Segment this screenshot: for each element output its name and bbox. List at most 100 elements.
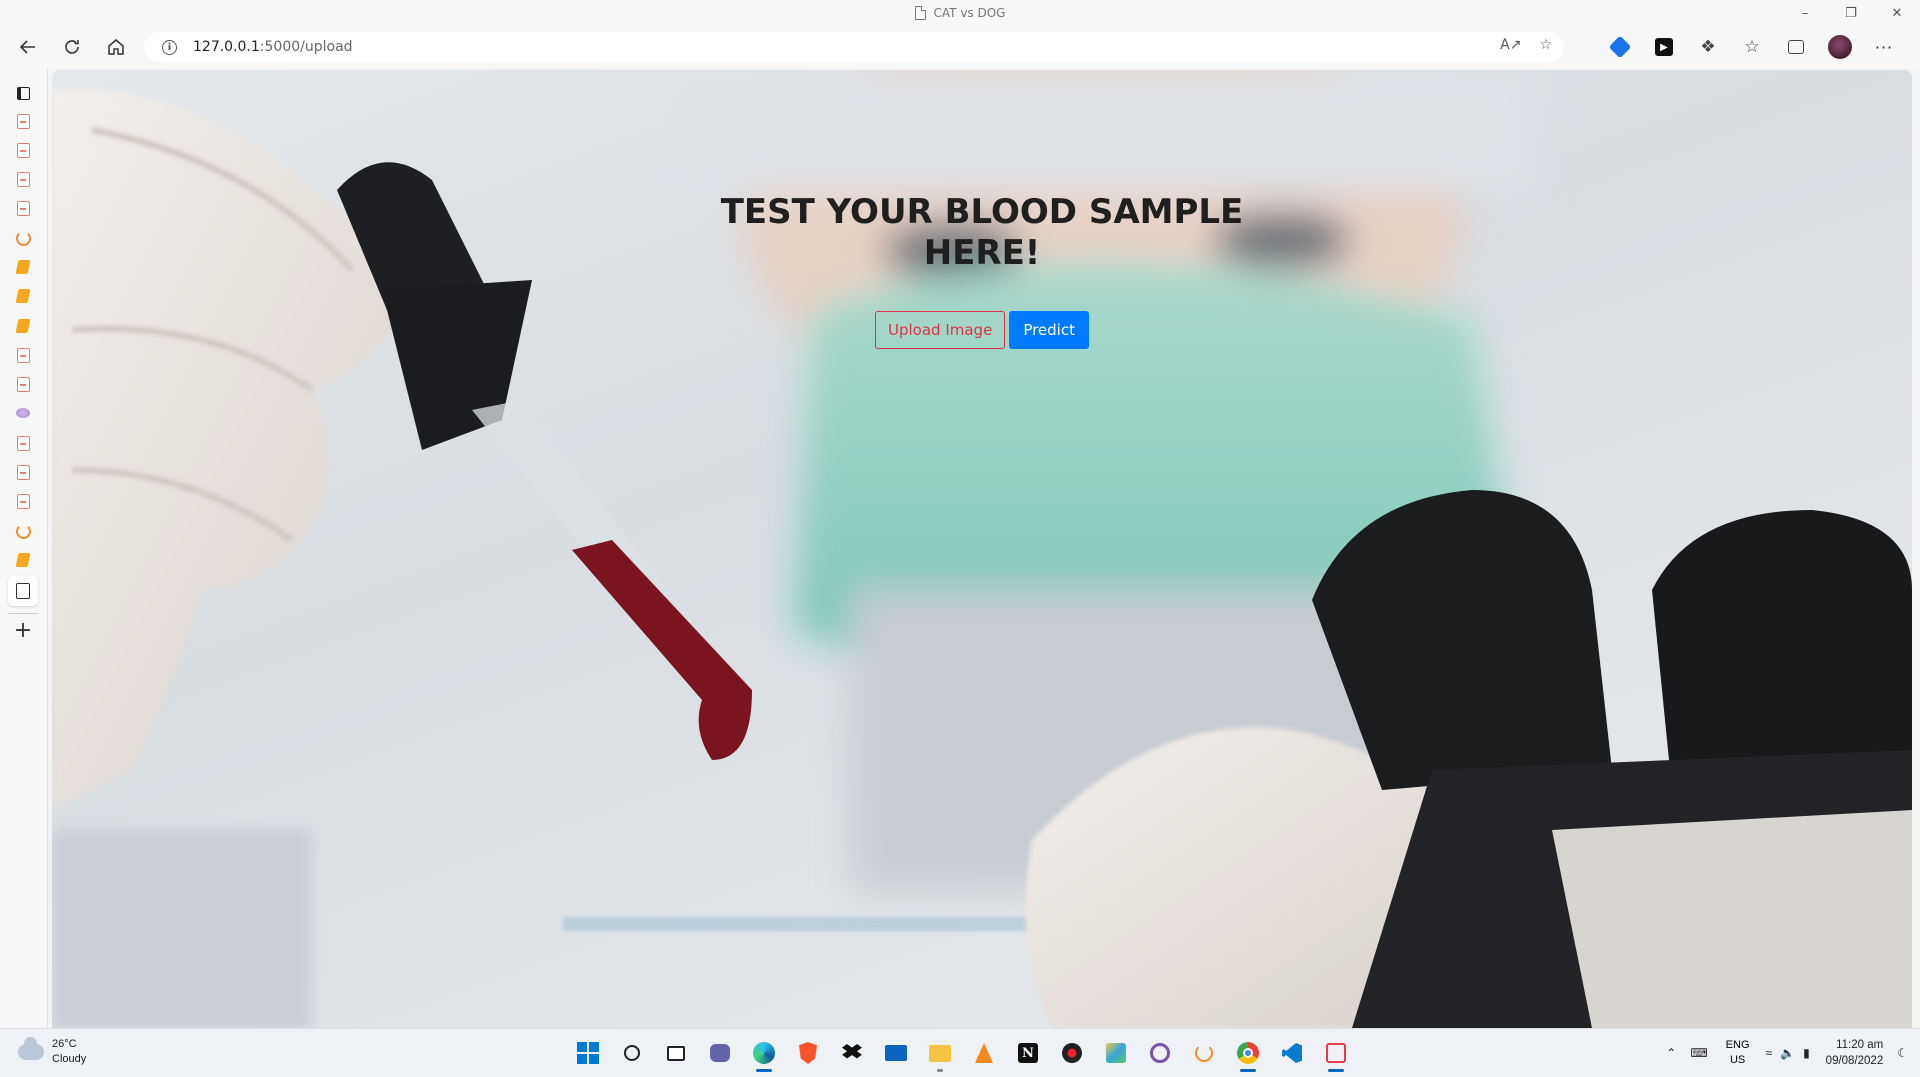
chrome-taskbar-button[interactable] — [1230, 1035, 1266, 1072]
site-info-icon[interactable]: i — [162, 39, 177, 55]
keyboard-icon[interactable]: ⌨ — [1690, 1046, 1707, 1060]
notifications-moon-icon[interactable]: ☾ — [1897, 1046, 1908, 1060]
predict-button[interactable]: Predict — [1009, 311, 1089, 349]
read-aloud-icon[interactable]: A↗ — [1500, 37, 1521, 53]
clock-date: 09/08/2022 — [1825, 1055, 1884, 1067]
windows-logo-icon — [577, 1042, 599, 1064]
language-indicator[interactable]: ENG US — [1726, 1038, 1750, 1068]
vlc-cone-icon — [975, 1043, 993, 1063]
back-arrow-icon — [19, 40, 35, 54]
dropbox-taskbar-button[interactable] — [834, 1035, 870, 1071]
weather-description: Cloudy — [52, 1053, 87, 1065]
tor-icon — [1150, 1043, 1170, 1063]
new-tab-button[interactable]: + — [12, 620, 34, 642]
collections-icon[interactable] — [1774, 30, 1818, 64]
battery-icon[interactable]: ▮ — [1803, 1046, 1810, 1060]
tab-blob-icon[interactable] — [12, 402, 34, 424]
address-bar[interactable]: i 127.0.0.1:5000/upload A↗ ☆ — [144, 32, 1564, 62]
search-button[interactable] — [614, 1035, 650, 1071]
jupyter-taskbar-button[interactable] — [1186, 1035, 1222, 1071]
language-code: ENG — [1725, 1039, 1750, 1051]
extensions-puzzle-icon[interactable]: ❖ — [1686, 30, 1730, 64]
task-view-button[interactable] — [658, 1035, 694, 1071]
home-button[interactable] — [94, 29, 138, 65]
minimize-button[interactable]: – — [1782, 0, 1828, 26]
tab-book-icon[interactable] — [12, 549, 34, 571]
refresh-icon — [65, 40, 79, 54]
home-icon — [108, 39, 124, 55]
refresh-button[interactable] — [50, 29, 94, 65]
browser-toolbar: i 127.0.0.1:5000/upload A↗ ☆ ▶ ❖ ☆ ··· — [0, 26, 1920, 68]
task-view-icon — [667, 1045, 685, 1061]
edge-taskbar-button[interactable] — [746, 1035, 782, 1072]
teams-chat-button[interactable] — [702, 1035, 738, 1071]
chat-icon — [710, 1044, 730, 1062]
mail-taskbar-button[interactable] — [878, 1035, 914, 1071]
brave-taskbar-button[interactable] — [790, 1035, 826, 1071]
wifi-icon[interactable]: ≈ — [1766, 1046, 1773, 1060]
window-titlebar: CAT vs DOG – ❐ ✕ — [0, 0, 1920, 26]
mail-icon — [885, 1045, 907, 1061]
cloud-icon — [18, 1037, 44, 1060]
davinci-taskbar-button[interactable] — [1054, 1035, 1090, 1071]
windows-taskbar: 26°C Cloudy N ⌃ ⌨ ENG US ≈ 🔈 ▮ 11:20 am … — [0, 1028, 1920, 1076]
profile-avatar[interactable] — [1818, 30, 1862, 64]
tor-taskbar-button[interactable] — [1142, 1035, 1178, 1071]
clock-time: 11:20 am — [1836, 1039, 1884, 1051]
url-host: 127.0.0.1 — [193, 39, 260, 55]
tab-pdf-icon[interactable] — [12, 432, 34, 454]
chevron-up-icon[interactable]: ⌃ — [1666, 1046, 1676, 1060]
url-path: :5000/upload — [259, 39, 353, 55]
sidebar-divider — [8, 613, 38, 614]
tab-pdf-icon[interactable] — [12, 344, 34, 366]
more-menu-icon[interactable]: ··· — [1862, 30, 1906, 64]
tab-jupyter-icon[interactable] — [12, 520, 34, 542]
davinci-icon — [1062, 1043, 1082, 1063]
add-favorite-icon[interactable]: ☆ — [1539, 37, 1552, 53]
vertical-tabs-sidebar: + — [0, 68, 48, 1028]
tab-jupyter-icon[interactable] — [12, 227, 34, 249]
snip-taskbar-button[interactable] — [1098, 1035, 1134, 1071]
tab-pdf-icon[interactable] — [12, 168, 34, 190]
tab-actions-icon[interactable] — [12, 82, 34, 104]
back-button[interactable] — [6, 29, 50, 65]
close-button[interactable]: ✕ — [1874, 0, 1920, 26]
tab-book-icon[interactable] — [12, 285, 34, 307]
tab-book-icon[interactable] — [12, 256, 34, 278]
plus-icon: + — [13, 618, 33, 643]
tab-active-document[interactable] — [8, 576, 38, 606]
vscode-taskbar-button[interactable] — [1274, 1035, 1310, 1071]
tab-pdf-icon[interactable] — [12, 490, 34, 512]
file-explorer-button[interactable] — [922, 1035, 958, 1072]
window-title: CAT vs DOG — [933, 6, 1006, 20]
extension-play-icon[interactable]: ▶ — [1642, 30, 1686, 64]
snipping-tool-button[interactable] — [1318, 1035, 1354, 1072]
clock[interactable]: 11:20 am 09/08/2022 — [1826, 1037, 1884, 1069]
snip-icon — [1106, 1043, 1126, 1063]
vlc-taskbar-button[interactable] — [966, 1035, 1002, 1071]
region-code: US — [1729, 1054, 1746, 1066]
restore-button[interactable]: ❐ — [1828, 0, 1874, 26]
document-icon — [16, 583, 30, 599]
upload-image-button[interactable]: Upload Image — [875, 311, 1006, 349]
action-buttons: Upload Image Predict — [52, 311, 1912, 349]
tab-pdf-icon[interactable] — [12, 461, 34, 483]
weather-widget[interactable]: 26°C Cloudy — [18, 1037, 86, 1067]
tab-pdf-icon[interactable] — [12, 373, 34, 395]
folder-icon — [929, 1044, 951, 1062]
web-page: TEST YOUR BLOOD SAMPLE HERE! Upload Imag… — [52, 70, 1912, 1028]
notion-taskbar-button[interactable]: N — [1010, 1035, 1046, 1071]
tab-book-icon[interactable] — [12, 315, 34, 337]
tab-pdf-icon[interactable] — [12, 197, 34, 219]
system-tray: ⌃ ⌨ ENG US ≈ 🔈 ▮ 11:20 am 09/08/2022 ☾ — [1666, 1029, 1920, 1077]
page-icon — [914, 6, 926, 20]
start-button[interactable] — [570, 1035, 606, 1071]
volume-icon[interactable]: 🔈 — [1780, 1046, 1795, 1060]
tab-pdf-icon[interactable] — [12, 139, 34, 161]
heading-line-2: HERE! — [923, 233, 1041, 273]
favorites-icon[interactable]: ☆ — [1730, 30, 1774, 64]
edge-icon — [753, 1042, 775, 1064]
tab-pdf-icon[interactable] — [12, 110, 34, 132]
extension-shield-icon[interactable] — [1598, 30, 1642, 64]
chrome-icon — [1237, 1042, 1259, 1064]
